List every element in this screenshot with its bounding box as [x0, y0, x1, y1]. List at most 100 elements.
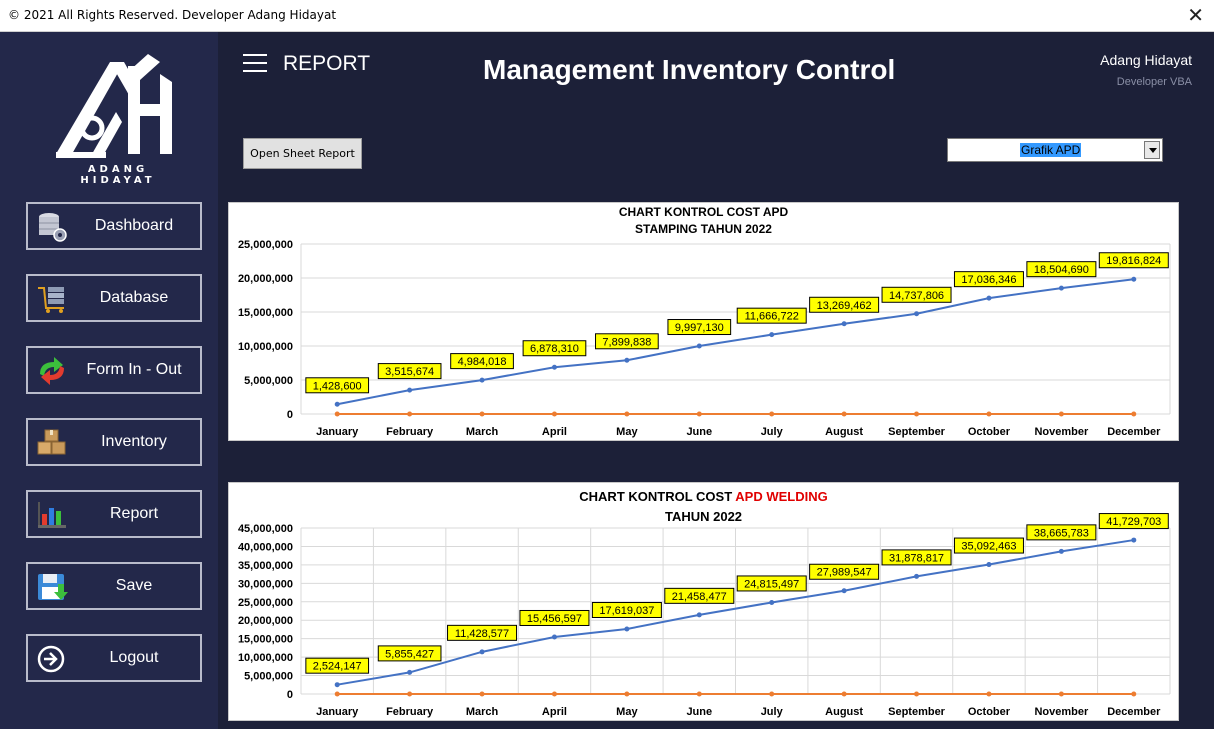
- y-tick-label: 0: [287, 689, 293, 701]
- x-tick-label: June: [686, 706, 712, 718]
- x-tick-label: September: [888, 426, 946, 438]
- data-point-cost: [334, 682, 340, 688]
- data-point-baseline: [841, 411, 847, 417]
- x-tick-label: August: [825, 426, 863, 438]
- database-label: Database: [99, 289, 169, 306]
- app-window: ADANG HIDAYAT Dashboard Database Form In…: [0, 32, 1214, 729]
- swap-arrows-icon: [40, 357, 64, 385]
- form-in-out-label: Form In - Out: [86, 361, 182, 378]
- data-point-cost: [696, 343, 702, 349]
- page-title: REPORT: [283, 52, 371, 75]
- data-label: 18,504,690: [1034, 264, 1089, 276]
- y-tick-label: 25,000,000: [238, 239, 293, 251]
- data-point-cost: [624, 357, 630, 363]
- window-title: © 2021 All Rights Reserved. Developer Ad…: [8, 8, 337, 22]
- chart-stamping: CHART KONTROL COST APD STAMPING TAHUN 20…: [228, 202, 1179, 441]
- data-point-baseline: [479, 691, 485, 697]
- data-label: 35,092,463: [961, 541, 1016, 553]
- data-label: 17,619,037: [599, 605, 654, 617]
- x-tick-label: January: [316, 706, 359, 718]
- close-icon[interactable]: ✕: [1187, 3, 1204, 27]
- dashboard-button[interactable]: Dashboard: [26, 202, 202, 250]
- x-tick-label: August: [825, 706, 863, 718]
- data-point-baseline: [624, 691, 630, 697]
- data-point-cost: [986, 295, 992, 301]
- data-point-baseline: [986, 691, 992, 697]
- user-name: Adang Hidayat: [1100, 52, 1192, 68]
- chart-select-dropdown[interactable]: Grafik APD: [947, 138, 1163, 162]
- data-point-baseline: [551, 411, 557, 417]
- data-point-baseline: [914, 411, 920, 417]
- x-tick-label: April: [542, 706, 567, 718]
- data-point-cost: [479, 649, 485, 655]
- chevron-down-icon[interactable]: [1144, 141, 1160, 159]
- x-tick-label: March: [466, 706, 499, 718]
- data-point-cost: [551, 364, 557, 370]
- data-point-baseline: [479, 411, 485, 417]
- chart-select-value: Grafik APD: [1020, 143, 1082, 157]
- report-label: Report: [109, 505, 159, 522]
- y-tick-label: 20,000,000: [238, 615, 293, 627]
- open-sheet-report-button[interactable]: Open Sheet Report: [243, 138, 362, 169]
- chart-svg: 0 5,000,000 10,000,000 15,000,000 20,000,000…: [238, 239, 1171, 438]
- floppy-icon: [38, 574, 68, 600]
- data-point-cost: [914, 573, 920, 579]
- x-tick-label: February: [386, 706, 434, 718]
- data-label: 6,878,310: [530, 343, 579, 355]
- data-point-cost: [1131, 276, 1137, 282]
- inventory-button[interactable]: Inventory: [26, 418, 202, 466]
- data-point-cost: [769, 599, 775, 605]
- data-point-cost: [624, 626, 630, 632]
- data-label: 21,458,477: [672, 591, 727, 603]
- y-tick-label: 15,000,000: [238, 634, 293, 646]
- x-tick-label: July: [761, 426, 784, 438]
- data-point-baseline: [986, 411, 992, 417]
- data-point-baseline: [407, 691, 413, 697]
- database-gear-icon: [39, 213, 67, 242]
- x-tick-label: December: [1107, 706, 1161, 718]
- report-button[interactable]: Report: [26, 490, 202, 538]
- data-label: 24,815,497: [744, 578, 799, 590]
- data-point-baseline: [769, 411, 775, 417]
- x-tick-label: January: [316, 426, 359, 438]
- data-point-baseline: [551, 691, 557, 697]
- x-tick-label: June: [686, 426, 712, 438]
- dashboard-label: Dashboard: [94, 217, 174, 234]
- x-tick-label: February: [386, 426, 434, 438]
- hamburger-menu-icon[interactable]: [243, 54, 267, 74]
- y-tick-label: 5,000,000: [244, 671, 293, 683]
- chart-svg: 0 5,000,000 10,000,000 15,000,000 20,000,000…: [238, 513, 1171, 718]
- form-in-out-button[interactable]: Form In - Out: [26, 346, 202, 394]
- x-tick-label: September: [888, 706, 946, 718]
- data-label: 41,729,703: [1106, 516, 1161, 528]
- data-label: 4,984,018: [458, 356, 507, 368]
- y-tick-label: 25,000,000: [238, 597, 293, 609]
- logout-button[interactable]: Logout: [26, 634, 202, 682]
- bar-chart-icon: [38, 502, 66, 528]
- x-tick-label: May: [616, 706, 638, 718]
- y-tick-label: 35,000,000: [238, 560, 293, 572]
- logo-text: ADANG HIDAYAT: [80, 164, 156, 186]
- user-role: Developer VBA: [1116, 76, 1192, 88]
- data-point-cost: [479, 377, 485, 383]
- data-point-baseline: [769, 691, 775, 697]
- data-label: 31,878,817: [889, 552, 944, 564]
- y-tick-label: 0: [287, 409, 293, 421]
- data-point-cost: [1058, 285, 1064, 291]
- data-label: 17,036,346: [961, 274, 1016, 286]
- data-label: 14,737,806: [889, 290, 944, 302]
- x-tick-label: November: [1034, 426, 1089, 438]
- y-tick-label: 30,000,000: [238, 578, 293, 590]
- data-point-cost: [1058, 548, 1064, 554]
- data-point-cost: [407, 387, 413, 393]
- x-tick-label: December: [1107, 426, 1161, 438]
- data-label: 27,989,547: [817, 567, 872, 579]
- save-button[interactable]: Save: [26, 562, 202, 610]
- data-point-baseline: [334, 411, 340, 417]
- data-point-cost: [986, 562, 992, 568]
- y-tick-label: 15,000,000: [238, 307, 293, 319]
- data-point-baseline: [841, 691, 847, 697]
- database-button[interactable]: Database: [26, 274, 202, 322]
- data-point-cost: [841, 588, 847, 594]
- window-titlebar: © 2021 All Rights Reserved. Developer Ad…: [0, 0, 1214, 32]
